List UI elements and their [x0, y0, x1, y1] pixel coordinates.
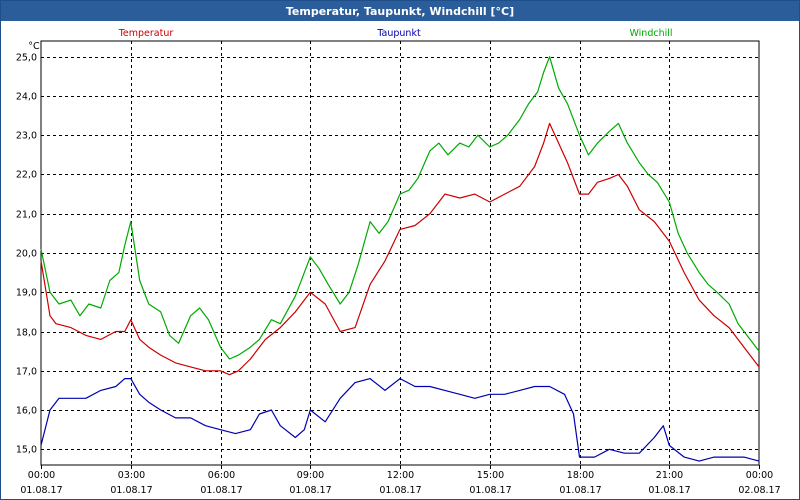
y-tick-label: 21,0	[16, 210, 37, 221]
y-tick-label: 18,0	[16, 328, 37, 339]
y-tick-label: 23,0	[16, 131, 37, 142]
x-tick-time-label: 06:00	[208, 470, 235, 481]
y-tick-label: 17,0	[16, 367, 37, 378]
x-tick-date-label: 01.08.17	[559, 485, 601, 496]
y-tick-label: 25,0	[16, 53, 37, 64]
x-tick-time-label: 18:00	[567, 470, 594, 481]
x-tick-time-label: 00:00	[28, 470, 55, 481]
x-tick-time-label: 12:00	[387, 470, 414, 481]
legend-label-taupunkt: Taupunkt	[376, 28, 421, 39]
x-tick-time-label: 03:00	[118, 470, 145, 481]
y-tick-label: 15,0	[16, 445, 37, 456]
x-tick-date-label: 01.08.17	[200, 485, 242, 496]
x-tick-date-label: 01.08.17	[20, 485, 62, 496]
x-tick-date-label: 01.08.17	[110, 485, 152, 496]
chart-canvas: 15,0 16,0 17,0 18,0 19,0 20,0 21,0 22,0 23,0 24,0…	[16, 28, 781, 496]
x-tick-date-label: 01.08.17	[379, 485, 421, 496]
y-tick-label: 16,0	[16, 406, 37, 417]
y-tick-label: 19,0	[16, 288, 37, 299]
y-axis-unit-label: °C	[28, 41, 40, 52]
x-tick-date-label: 01.08.17	[289, 485, 331, 496]
x-tick-date-label: 01.08.17	[648, 485, 690, 496]
y-tick-label: 20,0	[16, 249, 37, 260]
y-tick-label: 24,0	[16, 92, 37, 103]
legend-label-temperatur: Temperatur	[118, 28, 174, 39]
chart-window: Temperatur, Taupunkt, Windchill [°C] 15,…	[0, 0, 800, 500]
x-tick-time-label: 00:00	[746, 470, 773, 481]
legend-label-windchill: Windchill	[629, 28, 672, 39]
x-tick-time-label: 09:00	[297, 470, 324, 481]
x-tick-date-label: 02.08.17	[738, 485, 780, 496]
x-tick-time-label: 15:00	[477, 470, 504, 481]
x-tick-time-label: 21:00	[656, 470, 683, 481]
x-tick-date-label: 01.08.17	[469, 485, 511, 496]
y-tick-label: 22,0	[16, 170, 37, 181]
